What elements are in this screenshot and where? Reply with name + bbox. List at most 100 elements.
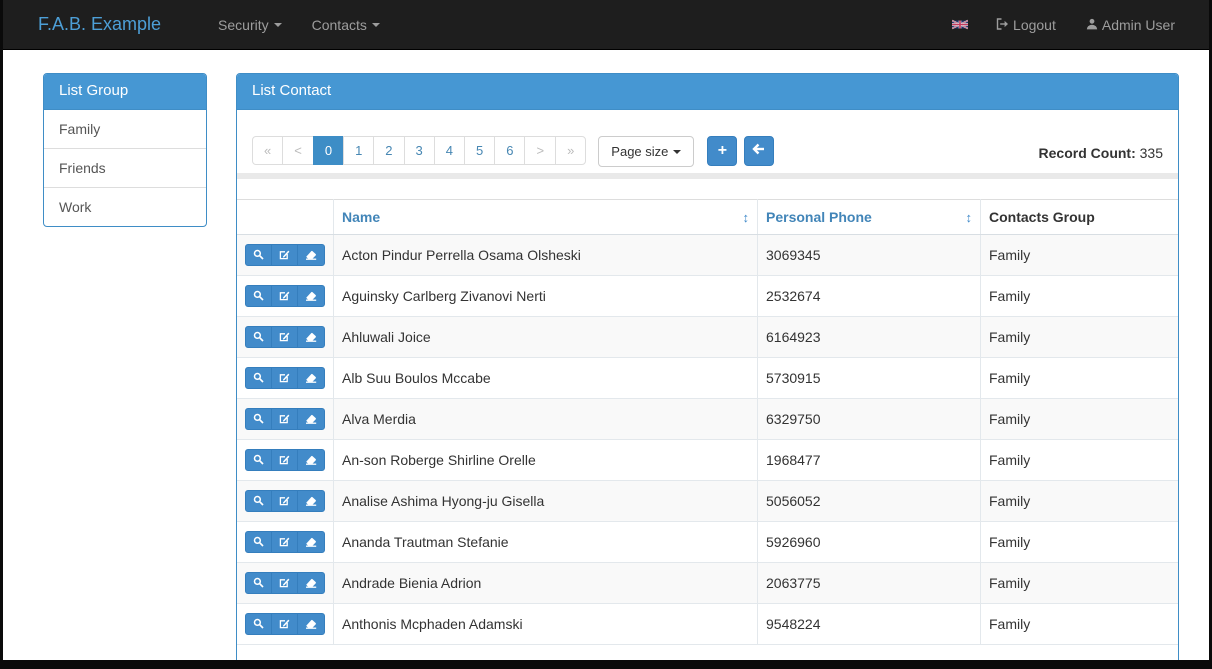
edit-record-button[interactable] [271,326,298,348]
pagination-item: > [525,136,556,165]
pagination-item: 5 [465,136,495,165]
delete-record-button[interactable] [297,572,325,594]
edit-icon [279,330,290,345]
add-record-button[interactable]: + [707,136,737,166]
panel-bottom-space [237,645,1178,660]
contact-phone-cell: 6164923 [758,317,981,358]
eraser-icon [305,289,317,304]
sidebar-item-friends[interactable]: Friends [44,149,206,187]
sort-by-name-link[interactable]: Name [342,209,380,225]
table-row: Andrade Bienia Adrion 2063775 Family [237,563,1178,604]
contact-group-cell: Family [981,358,1179,399]
brand-link[interactable]: F.A.B. Example [38,14,161,35]
show-record-button[interactable] [245,449,272,471]
contact-name-cell: Analise Ashima Hyong-ju Gisella [334,481,758,522]
edit-record-button[interactable] [271,449,298,471]
show-record-button[interactable] [245,572,272,594]
row-actions-cell [237,276,334,317]
sort-by-phone-link[interactable]: Personal Phone [766,209,872,225]
pagination-item: 0 [314,136,344,165]
edit-icon [279,535,290,550]
contact-phone-cell: 1968477 [758,440,981,481]
contact-name-cell: Alb Suu Boulos Mccabe [334,358,758,399]
page-5-button[interactable]: 5 [464,136,495,165]
group-panel-title: List Group [44,74,206,110]
contact-panel-title: List Contact [237,74,1178,110]
show-record-button[interactable] [245,326,272,348]
page-2-button[interactable]: 2 [373,136,404,165]
delete-record-button[interactable] [297,326,325,348]
row-actions-cell [237,522,334,563]
contact-phone-cell: 9548224 [758,604,981,645]
delete-record-button[interactable] [297,490,325,512]
sidebar-item-family[interactable]: Family [44,110,206,148]
edit-record-button[interactable] [271,285,298,307]
delete-record-button[interactable] [297,285,325,307]
logout-link[interactable]: Logout [994,0,1058,50]
edit-record-button[interactable] [271,490,298,512]
show-record-button[interactable] [245,531,272,553]
sort-icon[interactable]: ↕ [966,210,973,225]
user-label: Admin User [1102,0,1175,50]
back-button[interactable] [744,136,774,166]
contacts-table: Name ↕ Personal Phone ↕ [237,199,1178,645]
show-record-button[interactable] [245,490,272,512]
list-item: Work [44,187,206,226]
sort-icon[interactable]: ↕ [743,210,750,225]
show-record-button[interactable] [245,367,272,389]
table-row: Ananda Trautman Stefanie 5926960 Family [237,522,1178,563]
window-frame: F.A.B. Example Security Contacts [0,0,1212,669]
magnifier-icon [253,412,264,427]
page-size-dropdown[interactable]: Page size [598,136,694,167]
delete-record-button[interactable] [297,613,325,635]
eraser-icon [305,494,317,509]
magnifier-icon [253,535,264,550]
edit-icon [279,289,290,304]
user-menu-link[interactable]: Admin User [1084,0,1177,50]
show-record-button[interactable] [245,285,272,307]
page-1-button[interactable]: 1 [343,136,374,165]
show-record-button[interactable] [245,408,272,430]
pagination-item: 3 [405,136,435,165]
delete-record-button[interactable] [297,449,325,471]
menu-contacts[interactable]: Contacts [297,0,395,50]
edit-record-button[interactable] [271,408,298,430]
contact-group-cell: Family [981,235,1179,276]
edit-record-button[interactable] [271,367,298,389]
show-record-button[interactable] [245,613,272,635]
group-list: FamilyFriendsWork [44,110,206,226]
magnifier-icon [253,617,264,632]
row-action-group [245,531,325,553]
group-column-header: Contacts Group [981,200,1179,235]
contact-name-cell: Acton Pindur Perrella Osama Olsheski [334,235,758,276]
edit-record-button[interactable] [271,572,298,594]
edit-icon [279,576,290,591]
page-6-button[interactable]: 6 [494,136,525,165]
row-action-group [245,449,325,471]
edit-record-button[interactable] [271,613,298,635]
phone-column-header: Personal Phone ↕ [758,200,981,235]
show-record-button[interactable] [245,244,272,266]
delete-record-button[interactable] [297,367,325,389]
delete-record-button[interactable] [297,531,325,553]
uk-flag-icon[interactable] [952,19,968,30]
contact-list-panel: List Contact «<0123456>» Page size + [236,73,1179,660]
edit-record-button[interactable] [271,244,298,266]
magnifier-icon [253,330,264,345]
table-row: Analise Ashima Hyong-ju Gisella 5056052 … [237,481,1178,522]
pagination-item: < [283,136,314,165]
page-0-button[interactable]: 0 [313,136,344,165]
contact-group-cell: Family [981,563,1179,604]
edit-record-button[interactable] [271,531,298,553]
contact-group-cell: Family [981,317,1179,358]
menu-security[interactable]: Security [203,0,297,50]
delete-record-button[interactable] [297,244,325,266]
page-size-label: Page size [611,144,668,159]
page-3-button[interactable]: 3 [404,136,435,165]
contact-panel-body: «<0123456>» Page size + [237,110,1178,660]
delete-record-button[interactable] [297,408,325,430]
page-4-button[interactable]: 4 [434,136,465,165]
sidebar-item-work[interactable]: Work [44,188,206,226]
table-row: Aguinsky Carlberg Zivanovi Nerti 2532674… [237,276,1178,317]
contact-phone-cell: 5926960 [758,522,981,563]
